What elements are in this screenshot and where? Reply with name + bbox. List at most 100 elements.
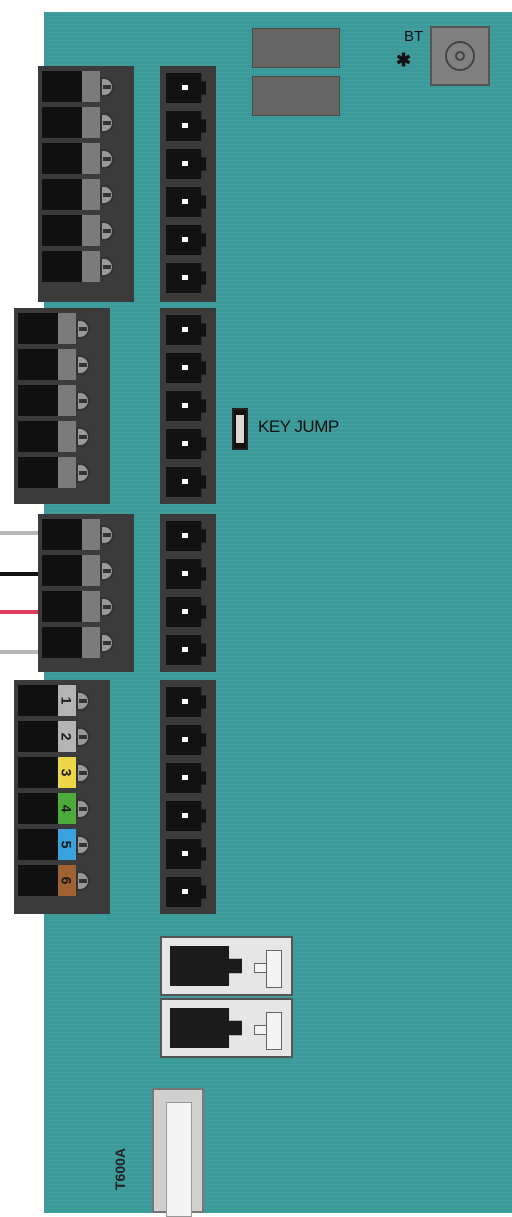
jack-b5[interactable] bbox=[160, 463, 216, 501]
jack-a2[interactable] bbox=[160, 107, 216, 145]
switch-bottom[interactable] bbox=[160, 998, 293, 1058]
screw-icon bbox=[76, 727, 90, 747]
screw-icon bbox=[100, 257, 114, 277]
jack-c1[interactable] bbox=[160, 517, 216, 555]
terminal-d1[interactable]: 1 bbox=[14, 683, 110, 719]
terminal-socket bbox=[42, 627, 82, 658]
terminal-d6[interactable]: 6 bbox=[14, 863, 110, 899]
terminal-label-blank bbox=[82, 71, 100, 102]
terminal-socket bbox=[42, 591, 82, 622]
jack-b2[interactable] bbox=[160, 349, 216, 387]
jack-pin bbox=[182, 533, 188, 538]
terminal-a5[interactable] bbox=[38, 213, 134, 249]
terminal-socket bbox=[18, 313, 58, 344]
jack-b4[interactable] bbox=[160, 425, 216, 463]
terminal-label-blank bbox=[82, 179, 100, 210]
screw-icon bbox=[76, 391, 90, 411]
bt-button-dot bbox=[455, 51, 465, 61]
terminal-b2[interactable] bbox=[14, 347, 110, 383]
jack-a1[interactable] bbox=[160, 69, 216, 107]
switch-socket bbox=[170, 1008, 242, 1048]
terminal-label-blank bbox=[82, 107, 100, 138]
jack-d6[interactable] bbox=[160, 873, 216, 911]
jack-pin bbox=[182, 699, 188, 704]
jack-d4[interactable] bbox=[160, 797, 216, 835]
jack-a6[interactable] bbox=[160, 259, 216, 297]
screw-icon bbox=[100, 113, 114, 133]
switch-top[interactable] bbox=[160, 936, 293, 996]
terminal-block-b bbox=[14, 308, 110, 504]
terminal-number-label: 4 bbox=[58, 793, 76, 824]
terminal-block-c bbox=[38, 514, 134, 672]
jack-a5[interactable] bbox=[160, 221, 216, 259]
jack-d1[interactable] bbox=[160, 683, 216, 721]
jack-d2[interactable] bbox=[160, 721, 216, 759]
jack-b1[interactable] bbox=[160, 311, 216, 349]
terminal-a1[interactable] bbox=[38, 69, 134, 105]
jack-pin bbox=[182, 403, 188, 408]
terminal-socket bbox=[42, 251, 82, 282]
jack-a3[interactable] bbox=[160, 145, 216, 183]
terminal-d3[interactable]: 3 bbox=[14, 755, 110, 791]
terminal-c2[interactable] bbox=[38, 553, 134, 589]
jack-pin bbox=[182, 737, 188, 742]
terminal-b3[interactable] bbox=[14, 383, 110, 419]
screw-icon bbox=[76, 835, 90, 855]
fuse-holder[interactable] bbox=[152, 1088, 204, 1217]
terminal-c1[interactable] bbox=[38, 517, 134, 553]
jack-c2[interactable] bbox=[160, 555, 216, 593]
terminal-socket bbox=[42, 555, 82, 586]
terminal-label-blank bbox=[58, 349, 76, 380]
bt-pair-button[interactable] bbox=[430, 26, 490, 86]
terminal-socket bbox=[42, 143, 82, 174]
terminal-d5[interactable]: 5 bbox=[14, 827, 110, 863]
terminal-number-label: 3 bbox=[58, 757, 76, 788]
jack-pin bbox=[182, 365, 188, 370]
screw-icon bbox=[76, 799, 90, 819]
jack-pin bbox=[182, 237, 188, 242]
jack-pin bbox=[182, 889, 188, 894]
fuse-label: T600A bbox=[112, 1147, 128, 1190]
terminal-number-label: 1 bbox=[58, 685, 76, 716]
screw-icon bbox=[76, 319, 90, 339]
terminal-a6[interactable] bbox=[38, 249, 134, 285]
terminal-d4[interactable]: 4 bbox=[14, 791, 110, 827]
terminal-socket bbox=[42, 215, 82, 246]
terminal-d2[interactable]: 2 bbox=[14, 719, 110, 755]
terminal-a2[interactable] bbox=[38, 105, 134, 141]
terminal-label-blank bbox=[58, 313, 76, 344]
jack-pin bbox=[182, 441, 188, 446]
terminal-socket bbox=[42, 519, 82, 550]
screw-icon bbox=[100, 597, 114, 617]
jack-c3[interactable] bbox=[160, 593, 216, 631]
terminal-c4[interactable] bbox=[38, 625, 134, 661]
fuse bbox=[166, 1102, 192, 1217]
bluetooth-pad-top bbox=[252, 28, 340, 68]
jack-d3[interactable] bbox=[160, 759, 216, 797]
terminal-b4[interactable] bbox=[14, 419, 110, 455]
jack-d5[interactable] bbox=[160, 835, 216, 873]
terminal-number-label: 5 bbox=[58, 829, 76, 860]
terminal-b1[interactable] bbox=[14, 311, 110, 347]
terminal-label-blank bbox=[82, 251, 100, 282]
bluetooth-pad-bottom bbox=[252, 76, 340, 116]
terminal-socket bbox=[42, 179, 82, 210]
key-jump-jumper[interactable] bbox=[232, 408, 248, 450]
jack-pin bbox=[182, 813, 188, 818]
jack-pin bbox=[182, 851, 188, 856]
terminal-b5[interactable] bbox=[14, 455, 110, 491]
terminal-label-blank bbox=[82, 215, 100, 246]
jack-b3[interactable] bbox=[160, 387, 216, 425]
key-jump-label: KEY JUMP bbox=[258, 417, 339, 436]
switch-lever-icon bbox=[254, 1012, 284, 1050]
screw-icon bbox=[100, 221, 114, 241]
terminal-label-blank bbox=[82, 555, 100, 586]
jack-pin bbox=[182, 85, 188, 90]
terminal-c3[interactable] bbox=[38, 589, 134, 625]
terminal-a4[interactable] bbox=[38, 177, 134, 213]
terminal-a3[interactable] bbox=[38, 141, 134, 177]
jack-c4[interactable] bbox=[160, 631, 216, 669]
terminal-socket bbox=[18, 421, 58, 452]
jack-pin bbox=[182, 775, 188, 780]
jack-a4[interactable] bbox=[160, 183, 216, 221]
